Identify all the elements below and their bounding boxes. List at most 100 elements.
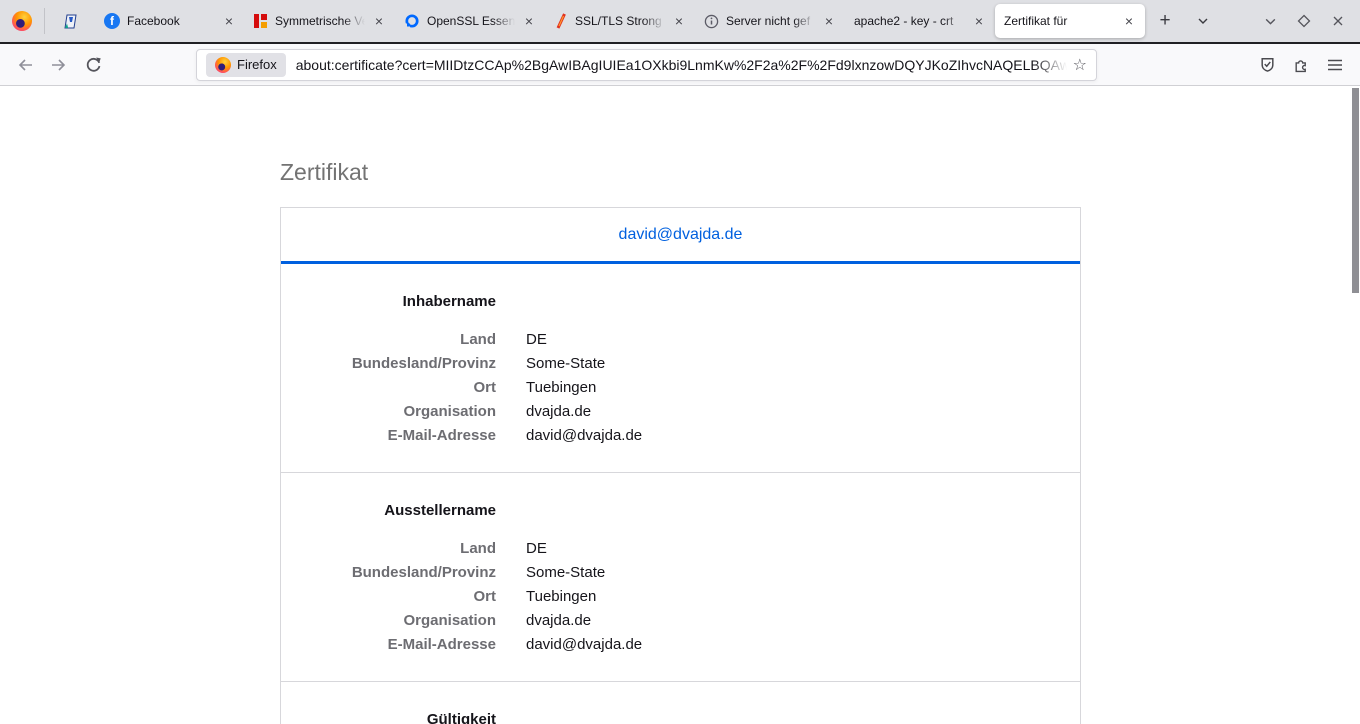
tab-label: apache2 - key - crt [854,14,965,28]
field-label: Organisation [281,609,496,633]
firefox-logo-icon [12,11,32,31]
elektronik-kompendium-icon [254,14,268,28]
tab-ssl-tls[interactable]: SSL/TLS Strong × [545,0,695,42]
reload-button[interactable] [76,49,110,81]
new-tab-button[interactable]: + [1150,6,1180,36]
tab-label: OpenSSL Essent [427,14,515,28]
puzzle-piece-icon [1293,56,1310,73]
field-label: Bundesland/Provinz [281,561,496,585]
site-identity-chip[interactable]: Firefox [206,53,286,77]
tab-close-icon[interactable]: × [672,12,686,30]
close-icon [1332,15,1344,27]
pinned-site-favicon [63,14,78,29]
field-value: david@dvajda.de [526,424,642,448]
shield-check-icon [1259,56,1276,73]
tab-server-nicht-gefunden[interactable]: Server nicht gef × [695,0,845,42]
tab-zertifikat-active[interactable]: Zertifikat für × [995,4,1145,38]
section-subject-name: Inhabername Land DE Bundesland/Provinz S… [281,264,1080,472]
forward-arrow-icon [50,57,68,73]
hamburger-menu-icon [1327,58,1343,72]
window-close-button[interactable] [1326,9,1350,33]
tab-close-icon[interactable]: × [1122,12,1136,30]
firefox-window-icon [0,0,44,42]
cert-field-row: Ort Tuebingen [281,376,1080,400]
field-value: david@dvajda.de [526,633,642,657]
back-arrow-icon [16,57,34,73]
tab-close-icon[interactable]: × [222,12,236,30]
field-label: Land [281,537,496,561]
field-label: Bundesland/Provinz [281,352,496,376]
tab-label: Symmetrische Ve [275,14,365,28]
field-label: Organisation [281,400,496,424]
app-menu-button[interactable] [1318,49,1352,81]
list-all-tabs-button[interactable] [1188,6,1218,36]
field-value: DE [526,537,547,561]
back-button[interactable] [8,49,42,81]
tab-apache2-key-crt[interactable]: apache2 - key - crt × [845,0,995,42]
firefox-window: f Facebook × Symmetrische Ve × OpenSSL E… [0,0,1360,724]
tab-openssl[interactable]: OpenSSL Essent × [395,0,545,42]
field-label: Ort [281,376,496,400]
extensions-button[interactable] [1284,49,1318,81]
window-controls [1258,9,1360,33]
field-label: E-Mail-Adresse [281,424,496,448]
page-content: Zertifikat david@dvajda.de Inhabername L… [0,86,1360,724]
digitalocean-icon [404,13,420,29]
cert-field-row: E-Mail-Adresse david@dvajda.de [281,633,1080,657]
certificate-tab-strip: david@dvajda.de [281,208,1080,264]
tab-facebook[interactable]: f Facebook × [95,0,245,42]
scrollbar[interactable] [1351,86,1360,724]
certificate-card: david@dvajda.de Inhabername Land DE Bund… [280,207,1081,724]
account-shield-button[interactable] [1250,49,1284,81]
bookmark-star-icon[interactable]: ☆ [1073,55,1087,75]
cert-field-row: Land DE [281,328,1080,352]
tab-close-icon[interactable]: × [522,12,536,30]
cert-field-row: Ort Tuebingen [281,585,1080,609]
tab-symmetrische[interactable]: Symmetrische Ve × [245,0,395,42]
section-validity: Gültigkeit [281,681,1080,724]
cert-field-row: Bundesland/Provinz Some-State [281,561,1080,585]
forward-button[interactable] [42,49,76,81]
field-value: dvajda.de [526,609,591,633]
reload-icon [85,56,102,73]
apache-icon [554,13,568,29]
cert-field-row: Land DE [281,537,1080,561]
field-value: dvajda.de [526,400,591,424]
field-value: Some-State [526,561,605,585]
tab-close-icon[interactable]: × [822,12,836,30]
navigation-toolbar: Firefox about:certificate?cert=MIIDtzCCA… [0,44,1360,86]
url-text[interactable]: about:certificate?cert=MIIDtzCCAp%2BgAwI… [296,57,1067,73]
certificate-tab[interactable]: david@dvajda.de [619,226,743,244]
window-maximize-button[interactable] [1292,9,1316,33]
facebook-icon: f [104,13,120,29]
tab-bar: f Facebook × Symmetrische Ve × OpenSSL E… [0,0,1360,44]
page-title: Zertifikat [280,157,1360,187]
cert-field-row: E-Mail-Adresse david@dvajda.de [281,424,1080,448]
section-heading: Gültigkeit [281,710,496,724]
url-bar[interactable]: Firefox about:certificate?cert=MIIDtzCCA… [196,49,1097,81]
section-issuer-name: Ausstellername Land DE Bundesland/Provin… [281,472,1080,681]
pinned-tab[interactable] [45,0,95,42]
section-heading: Ausstellername [281,501,496,521]
field-label: E-Mail-Adresse [281,633,496,657]
window-minimize-button[interactable] [1258,9,1282,33]
field-value: DE [526,328,547,352]
cert-field-row: Organisation dvajda.de [281,400,1080,424]
maximize-icon [1297,14,1311,28]
section-heading: Inhabername [281,292,496,312]
tab-close-icon[interactable]: × [372,12,386,30]
firefox-favicon [215,57,231,73]
field-value: Tuebingen [526,585,596,609]
scrollbar-thumb[interactable] [1352,88,1359,293]
tab-close-icon[interactable]: × [972,12,986,30]
field-value: Some-State [526,352,605,376]
tab-label: Facebook [127,14,215,28]
identity-label: Firefox [237,57,277,72]
minimize-icon [1264,15,1277,28]
cert-field-row: Bundesland/Provinz Some-State [281,352,1080,376]
info-icon [704,14,719,29]
tab-label: SSL/TLS Strong [575,14,665,28]
navbar-right-buttons [1250,49,1352,81]
tab-label: Server nicht gef [726,14,815,28]
field-value: Tuebingen [526,376,596,400]
